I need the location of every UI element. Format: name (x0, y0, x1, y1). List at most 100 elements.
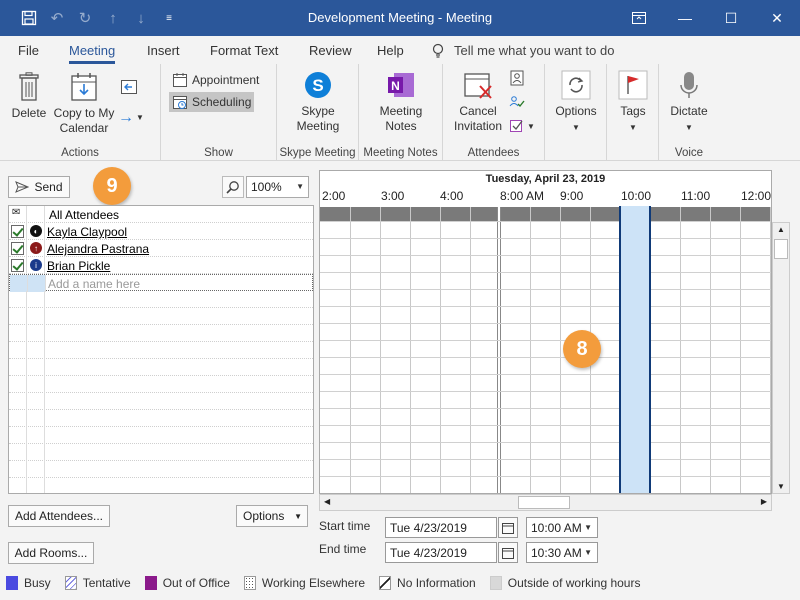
scroll-thumb[interactable] (774, 239, 788, 259)
calendar-icon (502, 522, 514, 534)
start-date-picker[interactable] (498, 517, 518, 538)
scheduling-grid[interactable]: Tuesday, April 23, 2019 2:00 3:00 4:00 8… (319, 170, 772, 494)
meeting-notes-button[interactable]: N Meeting Notes (371, 70, 431, 134)
envelope-icon[interactable]: ✉ (12, 207, 20, 218)
zoom-button[interactable] (222, 176, 244, 198)
grid-line (320, 255, 771, 256)
response-options-button[interactable]: ▼ (509, 118, 539, 134)
scroll-up-icon[interactable]: ▲ (777, 225, 785, 234)
tab-review[interactable]: Review (309, 43, 352, 58)
horizontal-scrollbar[interactable]: ◀ ▶ (319, 494, 772, 511)
close-icon[interactable]: ✕ (754, 0, 800, 36)
minimize-icon[interactable]: — (662, 0, 708, 36)
list-item[interactable]: i Brian Pickle (9, 257, 313, 274)
vertical-scrollbar[interactable]: ▲ ▼ (772, 222, 790, 494)
cancel-label-1: Cancel (459, 104, 497, 118)
options-ribbon-button[interactable]: Options ▼ (551, 70, 601, 135)
scheduling-button[interactable]: Scheduling (169, 92, 255, 112)
cancel-label-2: Invitation (453, 119, 503, 133)
empty-row (9, 325, 313, 342)
forward-button[interactable]: → ▼ (118, 110, 148, 126)
no-info-swatch (379, 576, 392, 590)
grid-line (320, 425, 771, 426)
empty-row (9, 410, 313, 427)
grid-line (320, 476, 771, 477)
empty-row (9, 308, 313, 325)
ribbon-tabs: File Meeting Insert Format Text Review H… (0, 36, 800, 64)
dictate-button[interactable]: Dictate ▼ (661, 70, 717, 135)
meeting-time-slot[interactable] (619, 206, 651, 493)
add-attendee-row[interactable]: Add a name here (9, 274, 313, 292)
attendee-name[interactable]: Kayla Claypool (47, 225, 127, 239)
delete-button[interactable]: Delete (10, 72, 48, 121)
scroll-left-icon[interactable]: ◀ (324, 497, 330, 506)
ooo-swatch (144, 576, 157, 590)
legend: Busy Tentative Out of Office Working Els… (6, 576, 654, 590)
add-rooms-button[interactable]: Add Rooms... (8, 542, 94, 564)
tell-me-box[interactable]: Tell me what you want to do (432, 43, 614, 62)
grid-line (320, 340, 771, 341)
tags-button[interactable]: Tags ▼ (613, 70, 653, 135)
scroll-right-icon[interactable]: ▶ (761, 497, 767, 506)
scroll-down-icon[interactable]: ▼ (777, 482, 785, 491)
legend-label: Busy (24, 576, 51, 590)
attendee-name[interactable]: Brian Pickle (47, 259, 110, 273)
add-attendees-button[interactable]: Add Attendees... (8, 505, 110, 527)
ribbon-display-icon[interactable] (616, 0, 662, 36)
list-item[interactable]: ◐ Kayla Claypool (9, 223, 313, 240)
zoom-select[interactable]: 100% (246, 176, 309, 198)
optional-attendee-icon: i (30, 259, 42, 271)
end-time-field[interactable]: 10:30 AM (526, 542, 598, 563)
recurrence-icon (561, 70, 591, 100)
send-button[interactable]: Send (8, 176, 70, 198)
start-time-field[interactable]: 10:00 AM (526, 517, 598, 538)
tab-meeting[interactable]: Meeting (69, 43, 116, 64)
grid-line (320, 391, 771, 392)
tab-format-text[interactable]: Format Text (210, 43, 278, 58)
outside-hours-swatch (489, 576, 502, 590)
grid-line (320, 306, 771, 307)
legend-no-information: No Information (379, 576, 476, 590)
copy-label-1: Copy to My (53, 106, 115, 120)
add-name-input[interactable]: Add a name here (48, 277, 140, 291)
end-date-field[interactable]: Tue 4/23/2019 (385, 542, 497, 563)
address-book-icon (510, 70, 524, 86)
end-date-picker[interactable] (498, 542, 518, 563)
cancel-invitation-button[interactable]: Cancel Invitation (449, 70, 507, 134)
address-book-button[interactable] (509, 70, 525, 90)
attendee-checkbox[interactable] (11, 259, 24, 272)
empty-row (9, 427, 313, 444)
maximize-icon[interactable]: ☐ (708, 0, 754, 36)
attendee-checkbox[interactable] (11, 242, 24, 255)
attendee-checkbox[interactable] (11, 225, 24, 238)
skype-meeting-button[interactable]: S Skype Meeting (287, 70, 349, 134)
svg-text:S: S (312, 76, 323, 95)
tab-help[interactable]: Help (377, 43, 404, 58)
grid-line (320, 238, 771, 239)
options-chevron-icon: ▼ (294, 511, 302, 521)
scheduling-icon (173, 96, 187, 109)
copy-to-calendar-button[interactable]: Copy to My Calendar (50, 72, 118, 136)
start-date-field[interactable]: Tue 4/23/2019 (385, 517, 497, 538)
grid-line (320, 289, 771, 290)
legend-busy: Busy (6, 576, 51, 590)
attendee-name[interactable]: Alejandra Pastrana (47, 242, 149, 256)
attendee-list: ✉ All Attendees ◐ Kayla Claypool ↑ Aleja… (8, 205, 314, 494)
tab-file[interactable]: File (18, 43, 39, 58)
empty-row (9, 342, 313, 359)
grid-line (560, 207, 561, 493)
forward-calendar-button[interactable] (120, 78, 138, 100)
tentative-swatch (64, 576, 77, 590)
all-attendees-header[interactable]: All Attendees (49, 208, 119, 222)
options-button[interactable]: Options ▼ (236, 505, 308, 527)
group-tags: Tags ▼ (607, 64, 659, 161)
check-names-button[interactable] (509, 94, 525, 114)
tab-insert[interactable]: Insert (147, 43, 180, 58)
appointment-label: Appointment (192, 73, 260, 87)
horizontal-scroll-thumb[interactable] (518, 496, 570, 509)
appointment-button[interactable]: Appointment (169, 70, 262, 90)
grid-line (740, 207, 741, 493)
grid-line (320, 459, 771, 460)
list-item[interactable]: ↑ Alejandra Pastrana (9, 240, 313, 257)
group-actions: Delete Copy to My Calendar → ▼ Actions (0, 64, 161, 161)
